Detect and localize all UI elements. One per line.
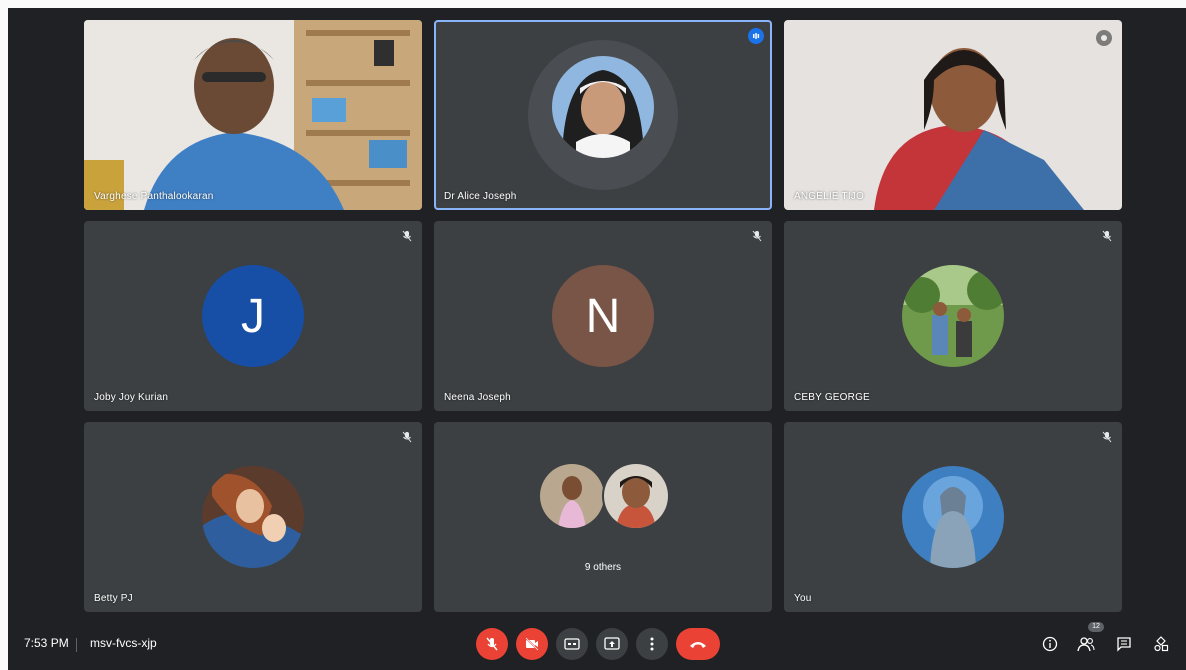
avatar [202, 466, 304, 568]
mic-off-icon [750, 229, 764, 243]
camera-toggle-button[interactable] [516, 628, 548, 660]
chat-button[interactable] [1114, 634, 1134, 654]
participants-button[interactable] [1076, 634, 1096, 654]
leave-call-button[interactable] [676, 628, 720, 660]
video-tile-6[interactable]: CEBY GEORGE [784, 221, 1122, 411]
captions-icon [564, 638, 580, 650]
video-tile-others[interactable]: 9 others [434, 422, 772, 612]
avatar [538, 462, 606, 530]
present-icon [604, 637, 620, 650]
video-tile-5[interactable]: N Neena Joseph [434, 221, 772, 411]
avatar [902, 265, 1004, 367]
video-feed-3 [784, 20, 1122, 210]
activities-button[interactable] [1151, 634, 1171, 654]
participant-name: You [794, 593, 812, 604]
participant-count-badge: 12 [1088, 622, 1104, 632]
meet-window: Varghese Panthalookaran Dr Alice Joseph [8, 8, 1186, 670]
avatar-initial: N [585, 289, 621, 343]
bottom-bar: 7:53 PM msv-fvcs-xjp 12 [8, 620, 1186, 670]
mic-off-icon [400, 229, 414, 243]
avatar-initial: J [241, 289, 265, 343]
video-tile-7[interactable]: Betty PJ [84, 422, 422, 612]
meeting-details-button[interactable] [1040, 634, 1060, 654]
participant-name: Neena Joseph [444, 392, 511, 403]
divider [76, 638, 77, 652]
video-tile-4[interactable]: J Joby Joy Kurian [84, 221, 422, 411]
more-icon [650, 637, 654, 651]
meeting-code: msv-fvcs-xjp [90, 636, 157, 650]
participant-name: ANGELIE TIJO [794, 191, 865, 202]
video-tile-self[interactable]: You [784, 422, 1122, 612]
activities-icon [1154, 636, 1169, 652]
meeting-time: 7:53 PM [24, 636, 69, 650]
info-icon [1042, 636, 1058, 652]
mic-off-icon [1100, 229, 1114, 243]
video-tile-1[interactable]: Varghese Panthalookaran [84, 20, 422, 210]
participant-name: Betty PJ [94, 593, 133, 604]
captions-button[interactable] [556, 628, 588, 660]
more-options-button[interactable] [636, 628, 668, 660]
mic-off-icon [486, 637, 498, 651]
people-icon [1077, 637, 1095, 652]
avatar [602, 462, 670, 530]
avatar: N [552, 265, 654, 367]
others-count-label: 9 others [584, 562, 622, 573]
video-tile-2[interactable]: Dr Alice Joseph [434, 20, 772, 210]
speaking-indicator-icon [748, 28, 764, 44]
mic-off-icon [1100, 430, 1114, 444]
mic-toggle-button[interactable] [476, 628, 508, 660]
chat-icon [1117, 637, 1131, 652]
video-tile-3[interactable]: ANGELIE TIJO [784, 20, 1122, 210]
participant-name: Dr Alice Joseph [444, 191, 517, 202]
mic-off-icon [400, 430, 414, 444]
avatar [552, 56, 654, 158]
avatar [902, 466, 1004, 568]
present-button[interactable] [596, 628, 628, 660]
participant-name: Joby Joy Kurian [94, 392, 169, 403]
pin-icon[interactable] [1096, 30, 1112, 46]
video-feed-1 [84, 20, 422, 210]
participant-name: Varghese Panthalookaran [94, 191, 214, 202]
hang-up-icon [690, 642, 706, 648]
camera-off-icon [525, 637, 539, 651]
avatar: J [202, 265, 304, 367]
participant-name: CEBY GEORGE [794, 392, 870, 403]
